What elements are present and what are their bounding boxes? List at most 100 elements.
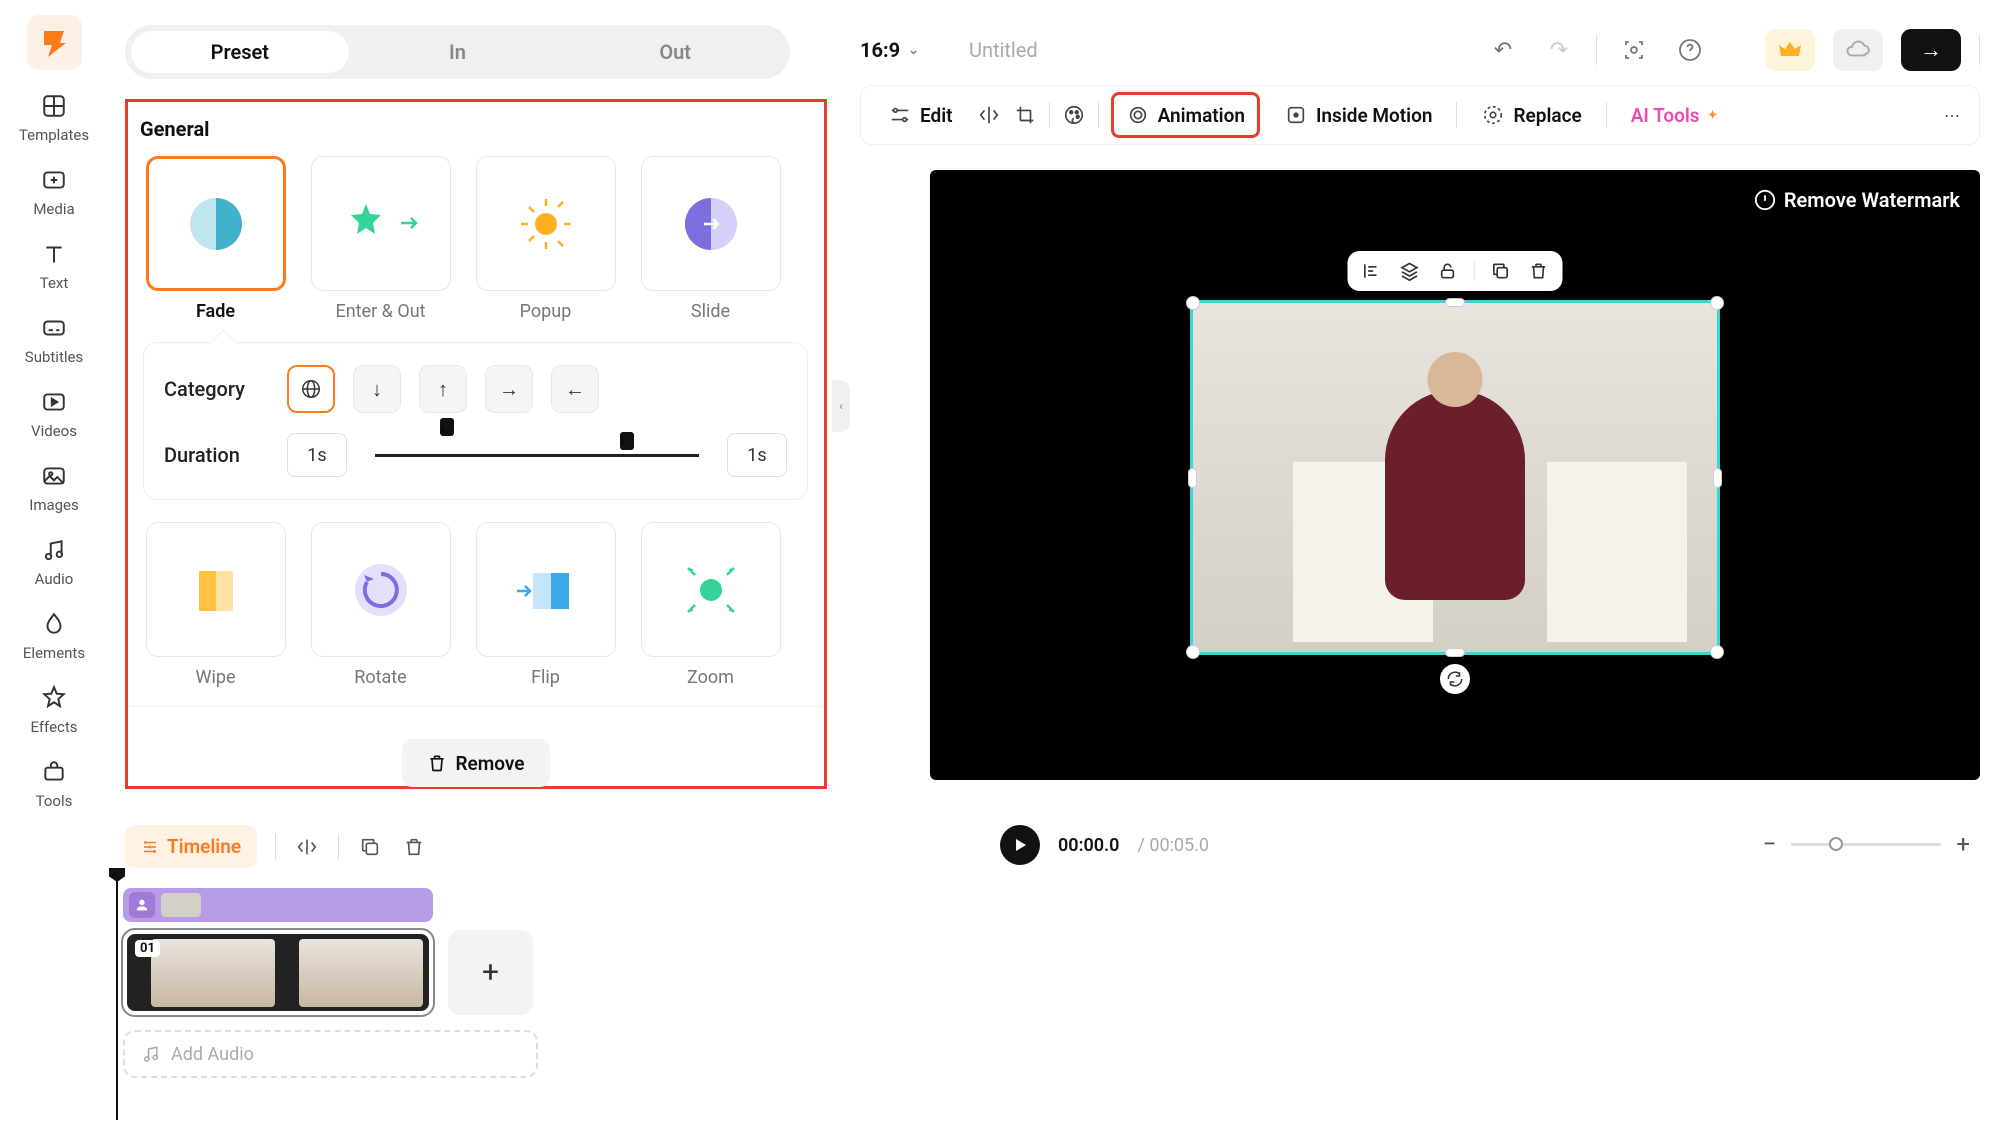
slider-handle-left[interactable]: › xyxy=(440,418,454,436)
preview-canvas[interactable]: Remove Watermark xyxy=(930,170,1980,780)
capture-button[interactable] xyxy=(1615,31,1653,69)
tools-icon xyxy=(40,758,68,786)
align-icon[interactable] xyxy=(1360,259,1384,283)
timeline-icon xyxy=(141,838,159,856)
timeline-button[interactable]: Timeline xyxy=(125,825,257,868)
category-right[interactable]: → xyxy=(485,365,533,413)
selection-frame[interactable] xyxy=(1190,300,1720,655)
music-note-icon xyxy=(141,1044,161,1064)
media-icon xyxy=(40,166,68,194)
sparkle-icon: ✦ xyxy=(1708,108,1718,122)
premium-button[interactable] xyxy=(1765,29,1815,71)
tab-in[interactable]: In xyxy=(349,31,567,73)
cloud-save-button[interactable] xyxy=(1833,29,1883,71)
lock-icon[interactable] xyxy=(1436,259,1460,283)
elements-icon xyxy=(40,610,68,638)
duplicate-icon[interactable] xyxy=(1489,259,1513,283)
remove-button[interactable]: Remove xyxy=(402,739,550,787)
tool-ai-tools[interactable]: AI Tools✦ xyxy=(1619,96,1730,135)
sidebar-item-audio[interactable]: Audio xyxy=(35,536,74,588)
redo-button[interactable]: ↷ xyxy=(1540,31,1578,69)
tool-replace[interactable]: Replace xyxy=(1469,95,1593,135)
preset-enter-out[interactable]: Enter & Out xyxy=(308,156,453,322)
preset-rotate[interactable]: Rotate xyxy=(308,522,453,688)
preset-zoom[interactable]: Zoom xyxy=(638,522,783,688)
play-button[interactable] xyxy=(1000,825,1040,865)
duration-slider[interactable]: › ‹ xyxy=(375,433,699,477)
remove-watermark-button[interactable]: Remove Watermark xyxy=(1754,188,1960,212)
aspect-ratio-select[interactable]: 16:9⌄ xyxy=(860,38,919,62)
more-icon[interactable]: ⋯ xyxy=(1940,103,1964,127)
color-icon[interactable] xyxy=(1062,103,1086,127)
category-label: Category xyxy=(164,377,269,401)
effect-badge-icon xyxy=(129,892,155,918)
flip-h-icon[interactable] xyxy=(977,103,1001,127)
preset-fade[interactable]: Fade xyxy=(143,156,288,322)
chevron-down-icon: ⌄ xyxy=(908,43,919,58)
effect-track[interactable] xyxy=(123,888,433,922)
selection-toolbar xyxy=(1348,251,1563,291)
rotate-handle[interactable] xyxy=(1440,664,1470,694)
text-icon xyxy=(40,240,68,268)
animation-tabs: Preset In Out xyxy=(125,25,790,79)
sidebar-item-templates[interactable]: Templates xyxy=(19,92,89,144)
timeline-area[interactable]: 01 + Add Audio xyxy=(108,870,2000,1120)
sidebar-item-images[interactable]: Images xyxy=(29,462,79,514)
sidebar-item-media[interactable]: Media xyxy=(33,166,74,218)
duration-left-input[interactable] xyxy=(287,433,347,477)
trash-icon xyxy=(427,753,447,773)
preset-popup[interactable]: Popup xyxy=(473,156,618,322)
zoom-slider[interactable] xyxy=(1791,843,1941,846)
slider-handle-right[interactable]: ‹ xyxy=(620,432,634,450)
tool-edit[interactable]: Edit xyxy=(876,95,965,135)
sidebar-item-tools[interactable]: Tools xyxy=(36,758,73,810)
delete-icon[interactable] xyxy=(1527,259,1551,283)
app-logo[interactable] xyxy=(27,15,82,70)
images-icon xyxy=(40,462,68,490)
crop-icon[interactable] xyxy=(1013,103,1037,127)
replace-icon xyxy=(1481,103,1505,127)
split-icon[interactable] xyxy=(294,834,320,860)
sidebar-item-text[interactable]: Text xyxy=(40,240,69,292)
inside-motion-icon xyxy=(1284,103,1308,127)
help-button[interactable] xyxy=(1671,31,1709,69)
playhead[interactable] xyxy=(116,870,118,1120)
effects-icon xyxy=(40,684,68,712)
duration-right-input[interactable] xyxy=(727,433,787,477)
add-clip-button[interactable]: + xyxy=(448,930,533,1015)
tool-inside-motion[interactable]: Inside Motion xyxy=(1272,95,1445,135)
sidebar-item-elements[interactable]: Elements xyxy=(23,610,85,662)
category-down[interactable]: ↓ xyxy=(353,365,401,413)
preset-slide[interactable]: Slide xyxy=(638,156,783,322)
templates-icon xyxy=(40,92,68,120)
export-button[interactable]: → xyxy=(1901,29,1961,71)
duration-label: Duration xyxy=(164,443,269,467)
sidebar-item-subtitles[interactable]: Subtitles xyxy=(25,314,83,366)
panel-collapse-handle[interactable]: ‹ xyxy=(832,380,850,432)
sidebar-item-videos[interactable]: Videos xyxy=(31,388,77,440)
video-clip[interactable]: 01 xyxy=(123,930,433,1015)
category-up[interactable]: ↑ xyxy=(419,365,467,413)
warning-icon xyxy=(1754,189,1776,211)
tool-animation[interactable]: Animation xyxy=(1111,92,1260,138)
category-default[interactable] xyxy=(287,365,335,413)
zoom-in-button[interactable]: + xyxy=(1956,830,1970,858)
videos-icon xyxy=(40,388,68,416)
time-current: 00:00.0 xyxy=(1058,835,1119,856)
edit-icon xyxy=(888,103,912,127)
preview-image xyxy=(1193,303,1717,652)
category-left[interactable]: ← xyxy=(551,365,599,413)
add-audio-button[interactable]: Add Audio xyxy=(123,1030,538,1078)
undo-button[interactable]: ↶ xyxy=(1484,31,1522,69)
project-title[interactable]: Untitled xyxy=(969,38,1038,62)
duplicate-clip-icon[interactable] xyxy=(357,834,383,860)
delete-clip-icon[interactable] xyxy=(401,834,427,860)
tab-out[interactable]: Out xyxy=(566,31,784,73)
zoom-out-button[interactable]: − xyxy=(1763,830,1777,858)
sidebar-item-effects[interactable]: Effects xyxy=(30,684,77,736)
clip-number: 01 xyxy=(135,940,160,957)
preset-wipe[interactable]: Wipe xyxy=(143,522,288,688)
layers-icon[interactable] xyxy=(1398,259,1422,283)
tab-preset[interactable]: Preset xyxy=(131,31,349,73)
preset-flip[interactable]: Flip xyxy=(473,522,618,688)
